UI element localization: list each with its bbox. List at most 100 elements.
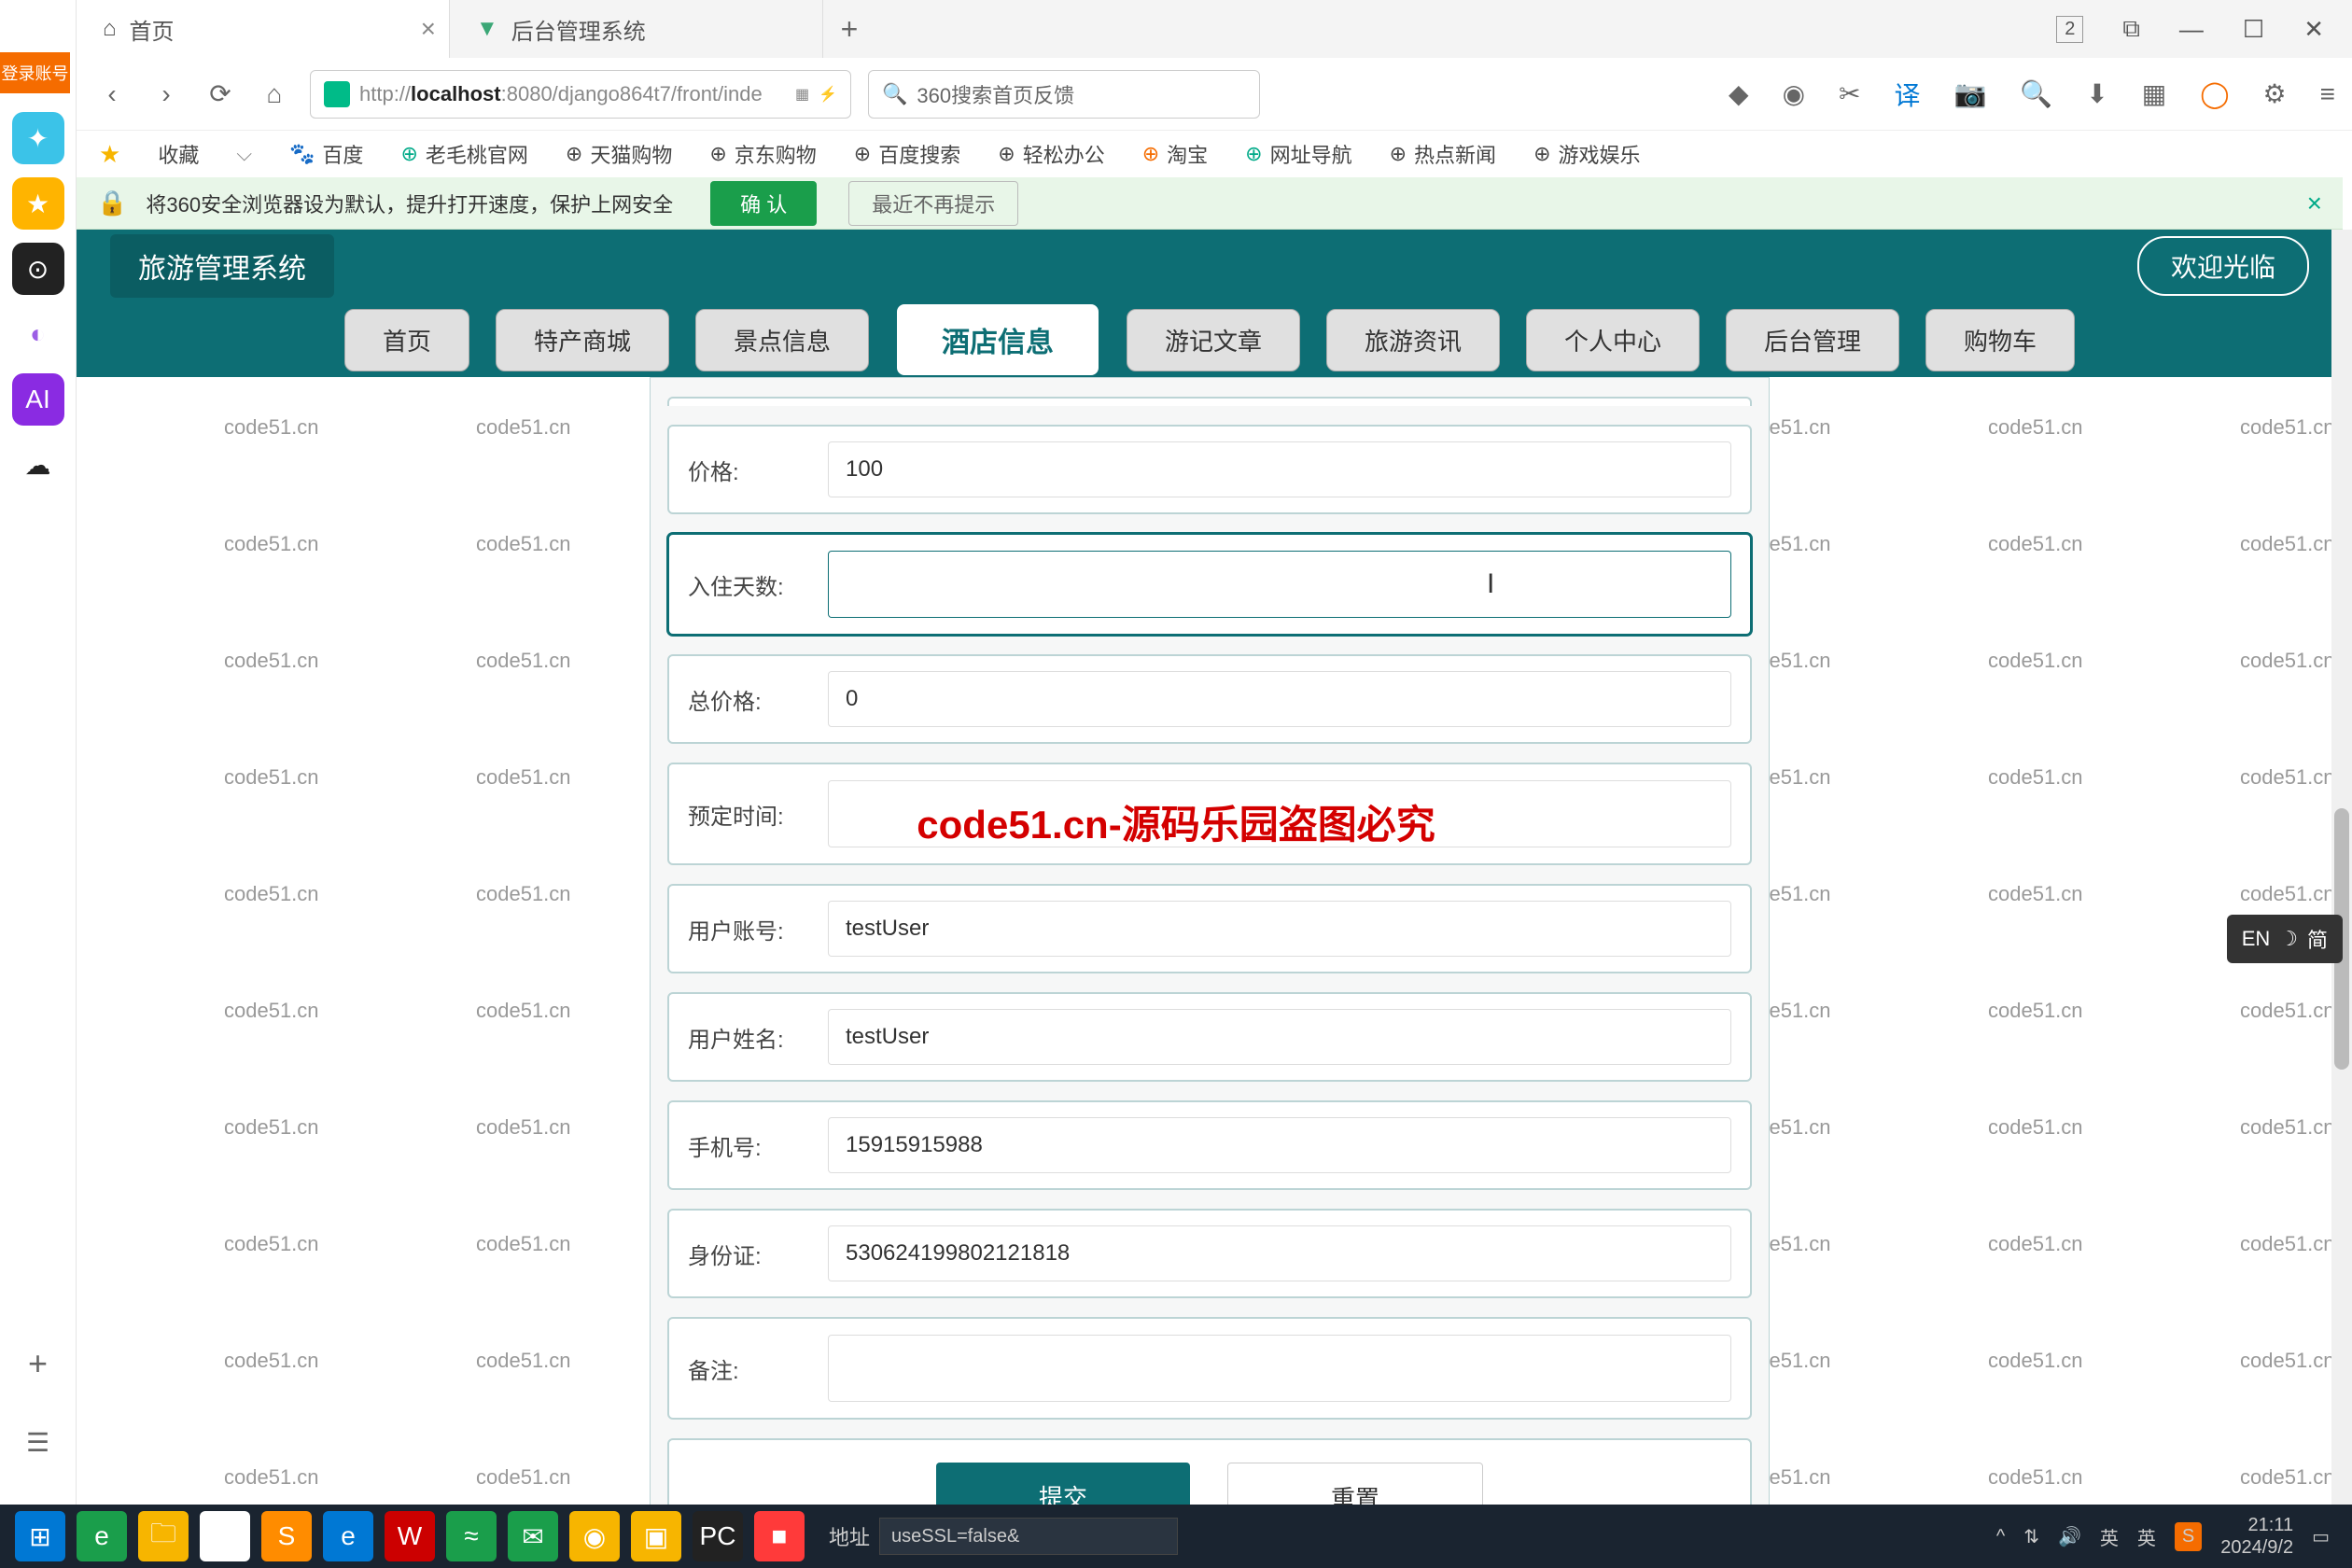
sidebar-list-icon[interactable]: ☰ — [26, 1427, 49, 1458]
back-icon[interactable]: ‹ — [93, 76, 131, 113]
later-button[interactable]: 最近不再提示 — [848, 181, 1018, 226]
nav-tab-7[interactable]: 后台管理 — [1726, 309, 1899, 371]
bookmark-item[interactable]: ⊕老毛桃官网 — [400, 139, 527, 169]
taskbar-app-icon[interactable]: W — [385, 1511, 435, 1561]
taskbar-app-icon[interactable]: S — [261, 1511, 312, 1561]
translate-icon[interactable]: 译 — [1895, 76, 1921, 113]
bookmark-item[interactable]: ⊕网址导航 — [1245, 139, 1351, 169]
new-tab-button[interactable]: + — [823, 0, 875, 58]
taskbar-app-icon[interactable]: ◉ — [569, 1511, 620, 1561]
gear-icon[interactable]: ⚙ — [2263, 78, 2287, 109]
browser-tab-2[interactable]: ▼ 后台管理系统 — [450, 0, 823, 58]
start-button[interactable]: ⊞ — [15, 1511, 65, 1561]
browser-tab-1[interactable]: ⌂ 首页 × — [77, 0, 450, 58]
price-input[interactable] — [828, 441, 1731, 497]
qr-icon[interactable]: ▦ — [795, 85, 809, 104]
open-new-window-icon[interactable]: ⧉ — [2122, 14, 2140, 44]
chrome-icon[interactable]: ◯ — [200, 1511, 250, 1561]
welcome-button[interactable]: 欢迎光临 — [2137, 236, 2309, 296]
bookmark-item[interactable]: ⊕游戏娱乐 — [1533, 139, 1640, 169]
confirm-button[interactable]: 确 认 — [710, 181, 817, 226]
star-icon[interactable]: ★ — [99, 140, 120, 169]
close-icon[interactable]: × — [2307, 189, 2322, 218]
username-input[interactable] — [828, 1009, 1731, 1065]
nav-tab-3[interactable]: 酒店信息 — [895, 302, 1100, 377]
grid-icon[interactable]: ▦ — [2142, 78, 2166, 109]
vertical-scrollbar[interactable] — [2331, 230, 2352, 1505]
pycharm-icon[interactable]: PC — [693, 1511, 743, 1561]
booktime-input[interactable] — [828, 780, 1731, 847]
taskbar-app-icon[interactable]: ■ — [754, 1511, 805, 1561]
toolbar-icon[interactable]: ◯ — [2200, 78, 2229, 109]
days-input[interactable] — [828, 551, 1731, 618]
sidebar-app-3-icon[interactable]: ⊙ — [12, 243, 64, 295]
bookmark-item[interactable]: ⊕京东购物 — [709, 139, 816, 169]
home-icon[interactable]: ⌂ — [256, 76, 293, 113]
taskbar-app-icon[interactable]: ▣ — [631, 1511, 681, 1561]
bookmark-item[interactable]: ⊕淘宝 — [1142, 139, 1208, 169]
sidebar-app-5-icon[interactable]: AI — [12, 373, 64, 426]
sogou-icon[interactable]: S — [2175, 1522, 2202, 1551]
minimize-icon[interactable]: — — [2179, 15, 2204, 44]
ime-tray-icon[interactable]: 英 — [2100, 1523, 2119, 1550]
maximize-icon[interactable]: ☐ — [2243, 15, 2264, 44]
toolbar-icon[interactable]: 📷 — [1954, 78, 1987, 109]
bookmark-item[interactable]: ⊕轻松办公 — [998, 139, 1104, 169]
bolt-icon[interactable]: ⚡ — [819, 85, 837, 104]
search-icon: 🔍 — [882, 82, 907, 106]
download-icon[interactable]: ⬇ — [2086, 78, 2107, 109]
tab-count-badge[interactable]: 2 — [2056, 16, 2083, 43]
account-input[interactable] — [828, 901, 1731, 957]
menu-icon[interactable]: ≡ — [2320, 79, 2335, 109]
window-close-icon[interactable]: ✕ — [2303, 15, 2324, 44]
bookmark-item[interactable]: 🐾百度 — [289, 139, 363, 169]
reload-icon[interactable]: ⟳ — [202, 76, 239, 113]
nav-tab-6[interactable]: 个人中心 — [1526, 309, 1700, 371]
volume-icon[interactable]: 🔊 — [2058, 1525, 2081, 1548]
nav-tab-1[interactable]: 特产商城 — [496, 309, 669, 371]
sidebar-app-6-icon[interactable]: ☁ — [12, 439, 64, 491]
idcard-input[interactable] — [828, 1225, 1731, 1281]
address-input[interactable] — [879, 1518, 1178, 1555]
phone-input[interactable] — [828, 1117, 1731, 1173]
url-input[interactable]: http://localhost:8080/django864t7/front/… — [310, 70, 851, 119]
bookmark-item[interactable]: ⊕热点新闻 — [1390, 139, 1496, 169]
toolbar-icon[interactable]: ◆ — [1729, 78, 1749, 109]
username-label: 用户姓名: — [688, 1021, 819, 1054]
search-icon[interactable]: 🔍 — [2020, 78, 2052, 109]
sidebar-app-1-icon[interactable]: ✦ — [12, 112, 64, 164]
windows-taskbar: ⊞ e 🗀 ◯ S e W ≈ ✉ ◉ ▣ PC ■ 地址 ^ ⇅ 🔊 英 英 … — [0, 1505, 2352, 1568]
remark-input[interactable] — [828, 1335, 1731, 1402]
forward-icon[interactable]: › — [147, 76, 185, 113]
edge-icon[interactable]: e — [323, 1511, 373, 1561]
toolbar-icon[interactable]: ✂ — [1839, 78, 1860, 109]
file-explorer-icon[interactable]: 🗀 — [138, 1511, 189, 1561]
notifications-icon[interactable]: ▭ — [2312, 1525, 2330, 1548]
total-input[interactable] — [828, 671, 1731, 727]
taskbar-clock[interactable]: 21:11 2024/9/2 — [2220, 1514, 2293, 1559]
sidebar-app-4-icon[interactable]: ◐ — [12, 308, 64, 360]
wechat-icon[interactable]: ✉ — [508, 1511, 558, 1561]
bookmark-item[interactable]: ⊕天猫购物 — [566, 139, 672, 169]
sidebar-app-2-icon[interactable]: ★ — [12, 177, 64, 230]
ime-mode: 简 — [2307, 924, 2328, 954]
taskbar-app-icon[interactable]: e — [77, 1511, 127, 1561]
nav-tab-8[interactable]: 购物车 — [1925, 309, 2075, 371]
nav-tab-0[interactable]: 首页 — [344, 309, 469, 371]
submit-button[interactable]: 提交 — [936, 1463, 1190, 1505]
tray-up-icon[interactable]: ^ — [1996, 1526, 2005, 1547]
nav-tab-4[interactable]: 游记文章 — [1127, 309, 1300, 371]
nav-tab-5[interactable]: 旅游资讯 — [1326, 309, 1500, 371]
ime-tray-icon[interactable]: 英 — [2137, 1523, 2156, 1550]
ime-floating-badge[interactable]: EN ☽ 简 — [2227, 915, 2343, 963]
sidebar-add-icon[interactable]: + — [28, 1344, 48, 1383]
taskbar-app-icon[interactable]: ≈ — [446, 1511, 497, 1561]
login-badge[interactable]: 登录账号 — [0, 52, 70, 93]
toolbar-icon[interactable]: ◉ — [1783, 78, 1805, 109]
nav-tab-2[interactable]: 景点信息 — [695, 309, 869, 371]
search-box[interactable]: 🔍 360搜索首页反馈 — [868, 70, 1260, 119]
network-icon[interactable]: ⇅ — [2023, 1525, 2039, 1548]
bookmark-item[interactable]: ⊕百度搜索 — [854, 139, 960, 169]
reset-button[interactable]: 重置 — [1227, 1463, 1483, 1505]
close-icon[interactable]: × — [421, 14, 436, 44]
